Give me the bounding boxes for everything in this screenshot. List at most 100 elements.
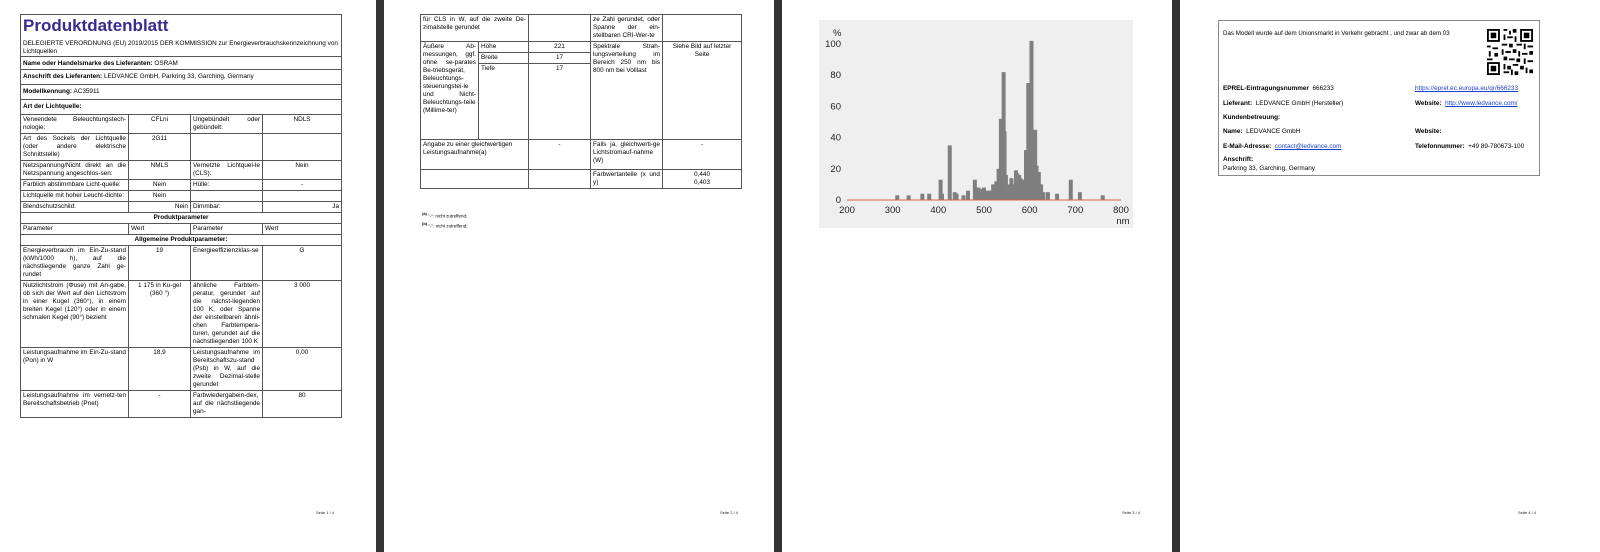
email-row: E-Mail-Adresse: contact@ledvance.com: [1223, 143, 1341, 150]
supplier-value: LEDVANCE GmbH (Hersteller): [1255, 100, 1344, 107]
spectral-value: Siehe Bild auf letzter Seite: [662, 41, 742, 140]
email-label: E-Mail-Adresse:: [1223, 143, 1272, 150]
y-tick-label: 40: [830, 133, 841, 144]
model-label: Modellkennung:: [23, 88, 72, 95]
footnote-b: (b) "-": nicht zutreffend;: [422, 220, 468, 229]
row-value: 3 000: [262, 280, 342, 348]
spectrum-bar: [1041, 192, 1046, 200]
row-value: Nein: [128, 179, 191, 191]
website-row: Website: http://www.ledvance.com/: [1415, 100, 1518, 107]
row-label: Hülle:: [190, 179, 263, 191]
spectral-distribution-chart: 020406080100200 300 400 500 600 700 800%nm: [819, 20, 1133, 228]
row-value: NMLS: [128, 160, 191, 180]
page-title: Produktdatenblatt: [23, 16, 169, 35]
row-label: ähnliche Farbtem-peratur, gerundet auf d…: [190, 280, 263, 348]
row-value: -: [262, 179, 342, 191]
email-link[interactable]: contact@ledvance.com: [1275, 143, 1342, 150]
x-tick-label: 800: [1113, 205, 1129, 216]
page-number: Seite 3 / 4: [1122, 510, 1141, 515]
market-text: Das Modell wurde auf dem Unionsmarkt in …: [1223, 30, 1450, 37]
y-tick-label: 20: [830, 164, 841, 175]
row-label: Energieeffizienzklas-se: [190, 245, 263, 281]
table-row: Äußere Ab-messungen, ggf. ohne se-parate…: [420, 41, 742, 140]
phone-label: Telefonnummer:: [1415, 143, 1465, 150]
spectral-label: Spektrale Strah-lungsverteilung im Berei…: [590, 41, 663, 140]
website-label: Website:: [1415, 100, 1442, 107]
document-page-3[interactable]: 0 20 40 60 80 100 200 300 400 500 600 700 800% nm Sei…: [782, 0, 1172, 528]
page-number: Seite 4 / 4: [1518, 510, 1537, 515]
eprel-label: EPREL-Eintragungsnummer: [1223, 85, 1309, 92]
table-row: Energieverbrauch im Ein-Zu-stand (kWh/10…: [20, 245, 342, 281]
page-gutter: [1172, 0, 1180, 552]
eprel-info-box: Das Modell wurde auf dem Unionsmarkt in …: [1218, 20, 1540, 176]
row-label: Leistungsaufnahme im vernetz-ten Bereits…: [20, 390, 129, 418]
name-value: LEDVANCE GmbH: [1246, 128, 1301, 135]
row-value: Ja: [262, 201, 342, 213]
x-axis-label: nm: [1116, 216, 1129, 227]
row-value: G: [262, 245, 342, 281]
y-axis-label: %: [833, 28, 842, 39]
spectrum-bar: [972, 179, 977, 200]
y-tick-label: 100: [825, 39, 841, 50]
table-row: Leistungsaufnahme im vernetz-ten Bereits…: [20, 390, 342, 418]
eprel-number: 666233: [1312, 85, 1334, 92]
footnote-a: (a) "-": nicht zutreffend;: [422, 211, 468, 219]
row-label: Blendschutzschild:: [20, 201, 129, 213]
spectrum-bar: [1055, 193, 1060, 200]
document-page-1[interactable]: Produktdatenblatt DELEGIERTE VERORDNUNG …: [0, 0, 376, 528]
row-value: -: [528, 139, 591, 170]
phone-value: +49 89-780673-100: [1468, 143, 1525, 150]
row-label: [190, 190, 263, 202]
spectrum-bar: [1045, 192, 1050, 200]
table-row: Verwendete Beleuchtungstech-nologie: CFL…: [20, 114, 342, 134]
table-row: Blendschutzschild: Nein Dimmbar: Ja: [20, 201, 342, 213]
phone-row: Telefonnummer: +49 89-780673-100: [1415, 143, 1524, 150]
row-label: ze Zahl gerundet, oder Spanne der ein-st…: [590, 14, 663, 42]
row-label: Ungebündelt oder gebündelt:: [190, 114, 263, 134]
website-link[interactable]: http://www.ledvance.com/: [1445, 100, 1517, 107]
table-row: Netzspannung/Nicht direkt an die Netzspa…: [20, 160, 342, 180]
address-value: Parkring 33, Garching, Germany: [1223, 165, 1315, 172]
spectrum-bar: [966, 190, 971, 200]
row-value: [528, 169, 591, 189]
name-label: Name:: [1223, 128, 1243, 135]
eprel-link[interactable]: https://eprel.ec.europa.eu/qr/666233: [1415, 85, 1518, 92]
dimension-name: Breite: [478, 52, 529, 64]
document-page-2[interactable]: für CLS in W, auf die zweite De-zimalste…: [384, 0, 774, 528]
dimension-value: 221: [528, 41, 591, 53]
table-row: Leistungsaufnahme im Ein-Zu-stand (Pon) …: [20, 347, 342, 391]
row-value: Nein: [128, 190, 191, 202]
regulation-text: DELEGIERTE VERORDNUNG (EU) 2019/2015 DER…: [23, 40, 338, 55]
row-value: [262, 190, 342, 202]
type-heading: Art der Lichtquelle:: [20, 99, 342, 115]
column-header: Parameter: [20, 223, 129, 235]
row-value: 80: [262, 390, 342, 418]
table-row: Art des Sockels der Lichtquelle (oder an…: [20, 133, 342, 161]
row-value: 18,9: [128, 347, 191, 391]
supplier-address: LEDVANCE GmbH, Parkring 33, Garching, Ge…: [103, 73, 254, 80]
row-label: Art des Sockels der Lichtquelle (oder an…: [20, 133, 129, 161]
dimension-name: Tiefe: [478, 63, 529, 140]
table-row: Farbwertanteile (x und y) 0,440 0,403: [420, 169, 742, 189]
row-value: [662, 14, 742, 42]
row-label: [190, 133, 263, 161]
dimension-value: 17: [528, 63, 591, 140]
row-label: Farbwiedergabein-dex, auf die nächstlieg…: [190, 390, 263, 418]
footnotes: (a) "-": nicht zutreffend; (b) "-": nich…: [422, 210, 468, 229]
row-label: Falls ja, gleichwerti-ge Lichtstromauf-n…: [590, 139, 663, 170]
row-value: Nein: [262, 160, 342, 180]
row-label: Energieverbrauch im Ein-Zu-stand (kWh/10…: [20, 245, 129, 281]
x-tick-label: 600: [1022, 205, 1038, 216]
product-sheet-table: Produktdatenblatt DELEGIERTE VERORDNUNG …: [20, 14, 342, 418]
qr-code-icon[interactable]: [1487, 29, 1533, 75]
document-page-4[interactable]: Das Modell wurde auf dem Unionsmarkt in …: [1180, 0, 1600, 528]
spectrum-bar: [1100, 195, 1105, 200]
dimension-name: Höhe: [478, 41, 529, 53]
supplier-name-label: Name oder Handelsmarke des Lieferanten:: [23, 60, 153, 67]
row-label: Farblich abstimmbare Licht-quelle:: [20, 179, 129, 191]
table-header-row: Parameter Wert Parameter Wert: [20, 223, 342, 235]
row-label: Leistungsaufnahme im Ein-Zu-stand (Pon) …: [20, 347, 129, 391]
row-label: Farbwertanteile (x und y): [590, 169, 663, 189]
address-label: Anschrift des Lieferanten:: [23, 73, 103, 80]
row-value: NDLS: [262, 114, 342, 134]
